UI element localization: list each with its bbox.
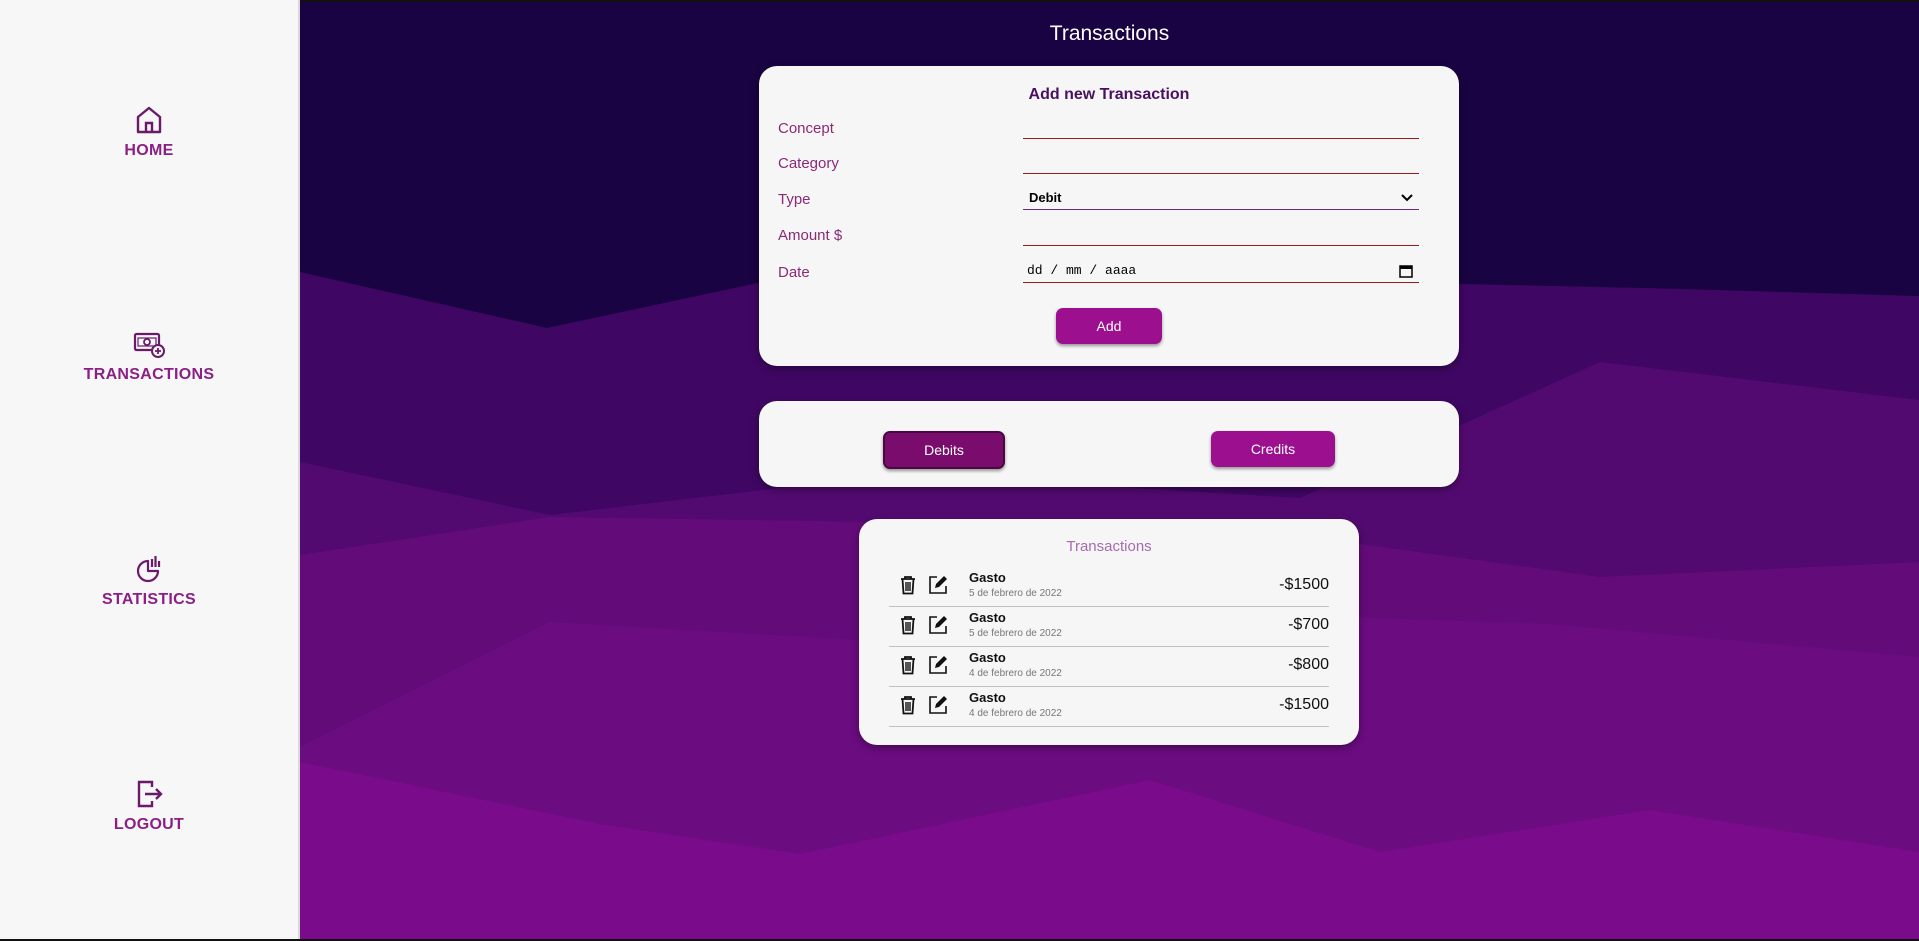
edit-icon[interactable] — [928, 655, 948, 675]
date-input[interactable]: dd / mm / aaaa — [1023, 259, 1419, 283]
table-row: Gasto 4 de febrero de 2022 -$800 — [889, 646, 1329, 687]
transactions-list-card: Transactions Gasto 5 de febrero de 2022 … — [859, 519, 1359, 745]
nav-statistics-label: STATISTICS — [102, 591, 196, 608]
debits-button[interactable]: Debits — [883, 431, 1005, 469]
date-placeholder: dd / mm / aaaa — [1027, 263, 1137, 278]
concept-input[interactable] — [1023, 116, 1423, 140]
nav-logout-label: LOGOUT — [113, 816, 185, 833]
add-button[interactable]: Add — [1056, 308, 1162, 344]
transaction-date: 5 de febrero de 2022 — [969, 588, 1062, 599]
calendar-icon[interactable] — [1399, 264, 1413, 278]
nav-statistics[interactable]: STATISTICS — [0, 553, 298, 609]
transaction-amount: -$1500 — [1279, 696, 1329, 713]
transaction-date: 4 de febrero de 2022 — [969, 668, 1062, 679]
category-field[interactable] — [1023, 151, 1423, 175]
edit-icon[interactable] — [928, 615, 948, 635]
nav-logout[interactable]: LOGOUT — [0, 778, 298, 834]
main-content: Transactions Add new Transaction Concept… — [300, 2, 1919, 939]
trash-icon[interactable] — [899, 695, 917, 715]
filter-card: Debits Credits — [759, 401, 1459, 487]
amount-label: Amount $ — [778, 227, 843, 244]
nav-home[interactable]: HOME — [0, 104, 298, 160]
chart-icon — [136, 556, 161, 583]
transaction-date: 4 de febrero de 2022 — [969, 708, 1062, 719]
transactions-list-title: Transactions — [1066, 538, 1152, 555]
type-select[interactable]: Debit — [1023, 186, 1419, 210]
page-title: Transactions — [1049, 22, 1170, 45]
app-frame: HOME TRANSACTIONS STATISTICS LOGOUT Tran… — [0, 0, 1919, 941]
chevron-down-icon — [1401, 193, 1413, 201]
trash-icon[interactable] — [899, 575, 917, 595]
date-label: Date — [778, 264, 810, 281]
table-row: Gasto 4 de febrero de 2022 -$1500 — [889, 686, 1329, 727]
category-label: Category — [778, 155, 839, 172]
transaction-date: 5 de febrero de 2022 — [969, 628, 1062, 639]
money-add-icon — [133, 332, 165, 358]
amount-field[interactable] — [1023, 223, 1423, 247]
edit-icon[interactable] — [928, 695, 948, 715]
table-row: Gasto 5 de febrero de 2022 -$1500 — [889, 566, 1329, 607]
form-title: Add new Transaction — [1028, 86, 1190, 103]
amount-input[interactable] — [1023, 223, 1423, 247]
type-select-value: Debit — [1029, 190, 1062, 205]
trash-icon[interactable] — [899, 655, 917, 675]
credits-button[interactable]: Credits — [1211, 431, 1335, 467]
transaction-concept: Gasto — [969, 650, 1006, 665]
logout-icon — [137, 780, 163, 808]
nav-home-label: HOME — [124, 142, 174, 159]
add-transaction-card: Add new Transaction Concept Category Typ… — [759, 66, 1459, 366]
concept-field[interactable] — [1023, 116, 1423, 140]
transaction-concept: Gasto — [969, 570, 1006, 585]
category-input[interactable] — [1023, 151, 1423, 175]
transaction-amount: -$700 — [1288, 616, 1329, 633]
trash-icon[interactable] — [899, 615, 917, 635]
edit-icon[interactable] — [928, 575, 948, 595]
transaction-concept: Gasto — [969, 610, 1006, 625]
home-icon — [136, 106, 162, 134]
sidebar: HOME TRANSACTIONS STATISTICS LOGOUT — [0, 0, 300, 939]
nav-transactions-label: TRANSACTIONS — [83, 366, 215, 383]
concept-label: Concept — [778, 120, 834, 137]
nav-transactions[interactable]: TRANSACTIONS — [0, 330, 298, 384]
table-row: Gasto 5 de febrero de 2022 -$700 — [889, 606, 1329, 647]
transaction-concept: Gasto — [969, 690, 1006, 705]
transaction-amount: -$800 — [1288, 656, 1329, 673]
transaction-amount: -$1500 — [1279, 576, 1329, 593]
type-label: Type — [778, 191, 811, 208]
